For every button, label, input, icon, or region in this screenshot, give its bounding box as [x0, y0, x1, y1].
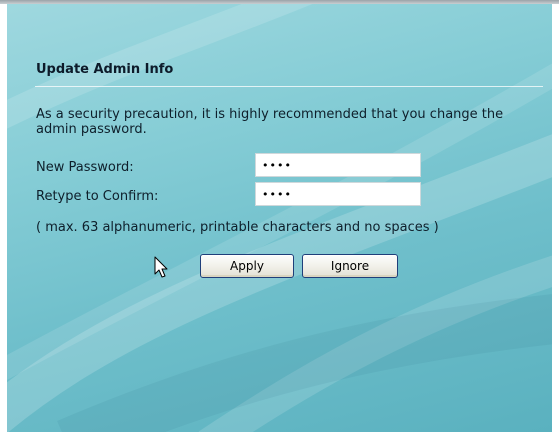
- apply-button[interactable]: Apply: [200, 254, 294, 278]
- admin-info-panel: Update Admin Info As a security precauti…: [7, 4, 552, 432]
- ignore-button[interactable]: Ignore: [302, 254, 398, 278]
- security-description: As a security precaution, it is highly r…: [36, 107, 504, 137]
- new-password-label: New Password:: [36, 160, 134, 175]
- new-password-field[interactable]: [255, 153, 421, 177]
- mouse-pointer-icon: [154, 256, 168, 278]
- title-divider: [35, 86, 543, 87]
- password-hint: ( max. 63 alphanumeric, printable charac…: [36, 220, 439, 235]
- confirm-password-field[interactable]: [255, 182, 421, 206]
- confirm-password-label: Retype to Confirm:: [36, 189, 159, 204]
- window: Update Admin Info As a security precauti…: [0, 0, 559, 438]
- dialog-title: Update Admin Info: [36, 62, 174, 77]
